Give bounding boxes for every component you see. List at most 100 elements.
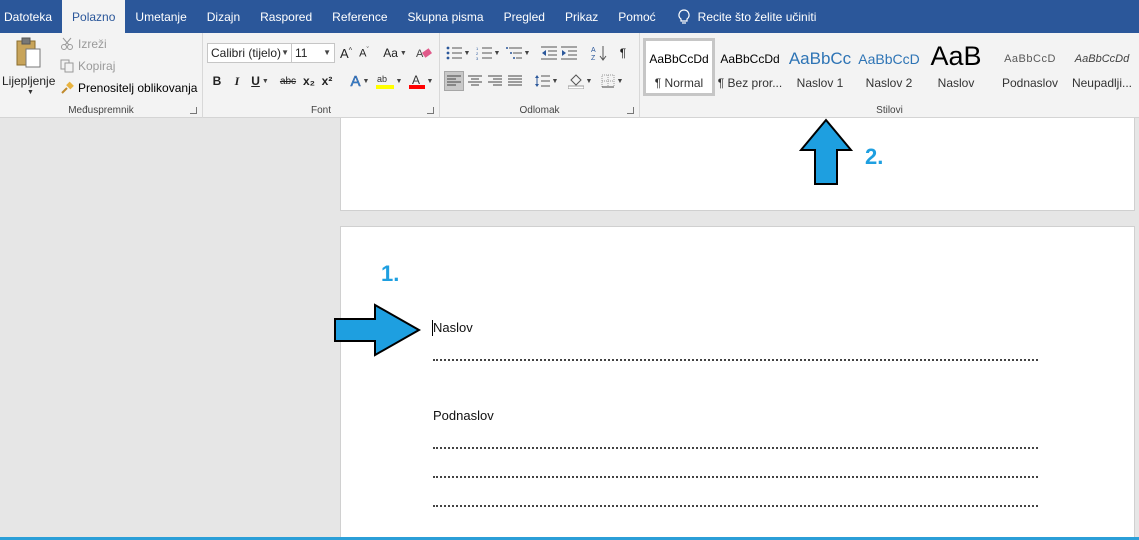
line-spacing-button[interactable]: ▼ bbox=[532, 71, 560, 91]
justify-icon bbox=[508, 75, 522, 86]
align-center-button[interactable] bbox=[466, 71, 484, 91]
clear-formatting-button[interactable]: A bbox=[415, 43, 433, 63]
underline-label: U bbox=[251, 74, 260, 88]
doc-heading[interactable]: Naslov bbox=[433, 320, 473, 335]
multilevel-list-button[interactable]: ▼ bbox=[504, 43, 532, 63]
tab-skupna-pisma[interactable]: Skupna pisma bbox=[398, 0, 494, 33]
grow-font-icon: A^ bbox=[340, 45, 352, 61]
arrow-up-icon bbox=[799, 118, 853, 185]
font-launcher-icon[interactable] bbox=[427, 107, 434, 114]
sort-button[interactable]: AZ bbox=[590, 43, 608, 63]
tab-prikaz[interactable]: Prikaz bbox=[555, 0, 608, 33]
bold-button[interactable]: B bbox=[209, 71, 225, 91]
shading-button[interactable]: ▼ bbox=[566, 71, 594, 91]
tab-polazno[interactable]: Polazno bbox=[62, 0, 126, 33]
increase-indent-icon bbox=[561, 46, 577, 60]
style-preview: AaBbCc bbox=[788, 49, 852, 68]
strikethrough-button[interactable]: abc bbox=[277, 71, 299, 91]
style-podnaslov[interactable]: AaBbCcD Podnaslov bbox=[995, 38, 1065, 96]
decrease-indent-icon bbox=[541, 46, 557, 60]
page-current[interactable] bbox=[340, 226, 1135, 540]
svg-text:A: A bbox=[591, 47, 596, 54]
style-name: Naslov 2 bbox=[865, 76, 913, 90]
font-group: Calibri (tijelo) ▼ 11 ▼ A^ Aˇ Aa ▼ A B I … bbox=[203, 33, 440, 118]
style-preview: AaB bbox=[930, 42, 982, 70]
borders-button[interactable]: ▼ bbox=[598, 71, 626, 91]
style-preview: AaBbCcD bbox=[1004, 53, 1056, 65]
numbering-button[interactable]: 1 2 3 ▼ bbox=[474, 43, 502, 63]
borders-icon bbox=[601, 74, 615, 88]
multilevel-list-icon bbox=[505, 47, 522, 59]
chevron-down-icon[interactable]: ▼ bbox=[27, 89, 34, 96]
paragraph-group-label: Odlomak bbox=[519, 105, 560, 116]
style-preview: AaBbCcD bbox=[858, 51, 920, 67]
doc-subheading[interactable]: Podnaslov bbox=[433, 408, 494, 423]
paragraph-launcher-icon[interactable] bbox=[627, 107, 634, 114]
increase-indent-button[interactable] bbox=[560, 43, 578, 63]
svg-text:Z: Z bbox=[591, 55, 596, 61]
chevron-down-icon: ▼ bbox=[551, 77, 559, 85]
tab-dizajn[interactable]: Dizajn bbox=[197, 0, 250, 33]
tab-umetanje[interactable]: Umetanje bbox=[125, 0, 196, 33]
style-bez-proreda[interactable]: AaBbCcDd ¶ Bez pror... bbox=[715, 38, 785, 96]
tell-me-box[interactable]: Recite što želite učiniti bbox=[666, 0, 817, 33]
underline-button[interactable]: U ▼ bbox=[249, 71, 271, 91]
style-naslov-1[interactable]: AaBbCc Naslov 1 bbox=[787, 38, 853, 96]
tab-datoteka[interactable]: Datoteka bbox=[0, 0, 62, 33]
copy-button[interactable]: Kopiraj bbox=[60, 59, 115, 73]
dotted-line bbox=[433, 359, 1038, 361]
chevron-down-icon: ▼ bbox=[523, 49, 531, 57]
format-painter-button[interactable]: Prenositelj oblikovanja bbox=[60, 81, 197, 95]
tab-reference[interactable]: Reference bbox=[322, 0, 397, 33]
show-formatting-button[interactable]: ¶ bbox=[616, 43, 630, 63]
style-normal[interactable]: AaBbCcDd ¶ Normal bbox=[643, 38, 715, 96]
svg-text:A: A bbox=[416, 48, 424, 60]
font-size-value: 11 bbox=[295, 46, 308, 60]
cut-button[interactable]: Izreži bbox=[60, 37, 107, 51]
copy-icon bbox=[60, 59, 74, 73]
superscript-button[interactable]: x² bbox=[319, 71, 335, 91]
style-neupadljivo[interactable]: AaBbCcDd Neupadlji... bbox=[1067, 38, 1137, 96]
tell-me-text: Recite što želite učiniti bbox=[697, 9, 817, 24]
decrease-indent-button[interactable] bbox=[540, 43, 558, 63]
font-color-button[interactable]: A ▼ bbox=[407, 71, 435, 91]
paste-button[interactable]: Lijepljenje ▼ bbox=[2, 37, 55, 97]
subscript-button[interactable]: x₂ bbox=[301, 71, 317, 91]
justify-button[interactable] bbox=[506, 71, 524, 91]
lightbulb-icon bbox=[678, 8, 690, 24]
style-naslov[interactable]: AaB Naslov bbox=[925, 38, 987, 96]
shrink-font-button[interactable]: Aˇ bbox=[356, 43, 372, 63]
font-name-combo[interactable]: Calibri (tijelo) ▼ bbox=[207, 43, 293, 63]
styles-gallery: AaBbCcDd ¶ Normal AaBbCcDd ¶ Bez pror...… bbox=[643, 36, 1139, 98]
shrink-font-icon: Aˇ bbox=[359, 46, 369, 60]
styles-group-label: Stilovi bbox=[876, 105, 903, 116]
text-effects-icon: A bbox=[350, 72, 361, 90]
align-center-icon bbox=[468, 75, 482, 86]
align-left-button[interactable] bbox=[444, 71, 464, 91]
change-case-button[interactable]: Aa ▼ bbox=[381, 43, 409, 63]
paintbrush-icon bbox=[61, 81, 74, 94]
grow-font-button[interactable]: A^ bbox=[338, 43, 354, 63]
tab-pomoc[interactable]: Pomoć bbox=[608, 0, 665, 33]
clipboard-icon bbox=[16, 37, 41, 68]
italic-button[interactable]: I bbox=[229, 71, 245, 91]
font-group-label: Font bbox=[310, 105, 331, 116]
align-right-button[interactable] bbox=[486, 71, 504, 91]
sort-az-icon: AZ bbox=[591, 46, 607, 61]
style-name: Neupadlji... bbox=[1071, 76, 1133, 90]
tab-raspored[interactable]: Raspored bbox=[250, 0, 322, 33]
bullets-button[interactable]: ▼ bbox=[444, 43, 472, 63]
dotted-line bbox=[433, 476, 1038, 478]
style-preview: AaBbCcDd bbox=[1074, 53, 1130, 65]
highlight-button[interactable]: ab ▼ bbox=[375, 71, 403, 91]
menu-bar: Datoteka Polazno Umetanje Dizajn Raspore… bbox=[0, 0, 1139, 33]
style-name: ¶ Bez pror... bbox=[717, 76, 783, 90]
chevron-down-icon: ▼ bbox=[399, 49, 407, 57]
clipboard-group-label: Međuspremnik bbox=[68, 105, 134, 116]
font-size-combo[interactable]: 11 ▼ bbox=[291, 43, 335, 63]
style-naslov-2[interactable]: AaBbCcD Naslov 2 bbox=[857, 38, 921, 96]
clipboard-launcher-icon[interactable] bbox=[190, 107, 197, 114]
tab-pregled[interactable]: Pregled bbox=[494, 0, 555, 33]
page-previous[interactable] bbox=[340, 118, 1135, 211]
text-effects-button[interactable]: A ▼ bbox=[347, 71, 373, 91]
